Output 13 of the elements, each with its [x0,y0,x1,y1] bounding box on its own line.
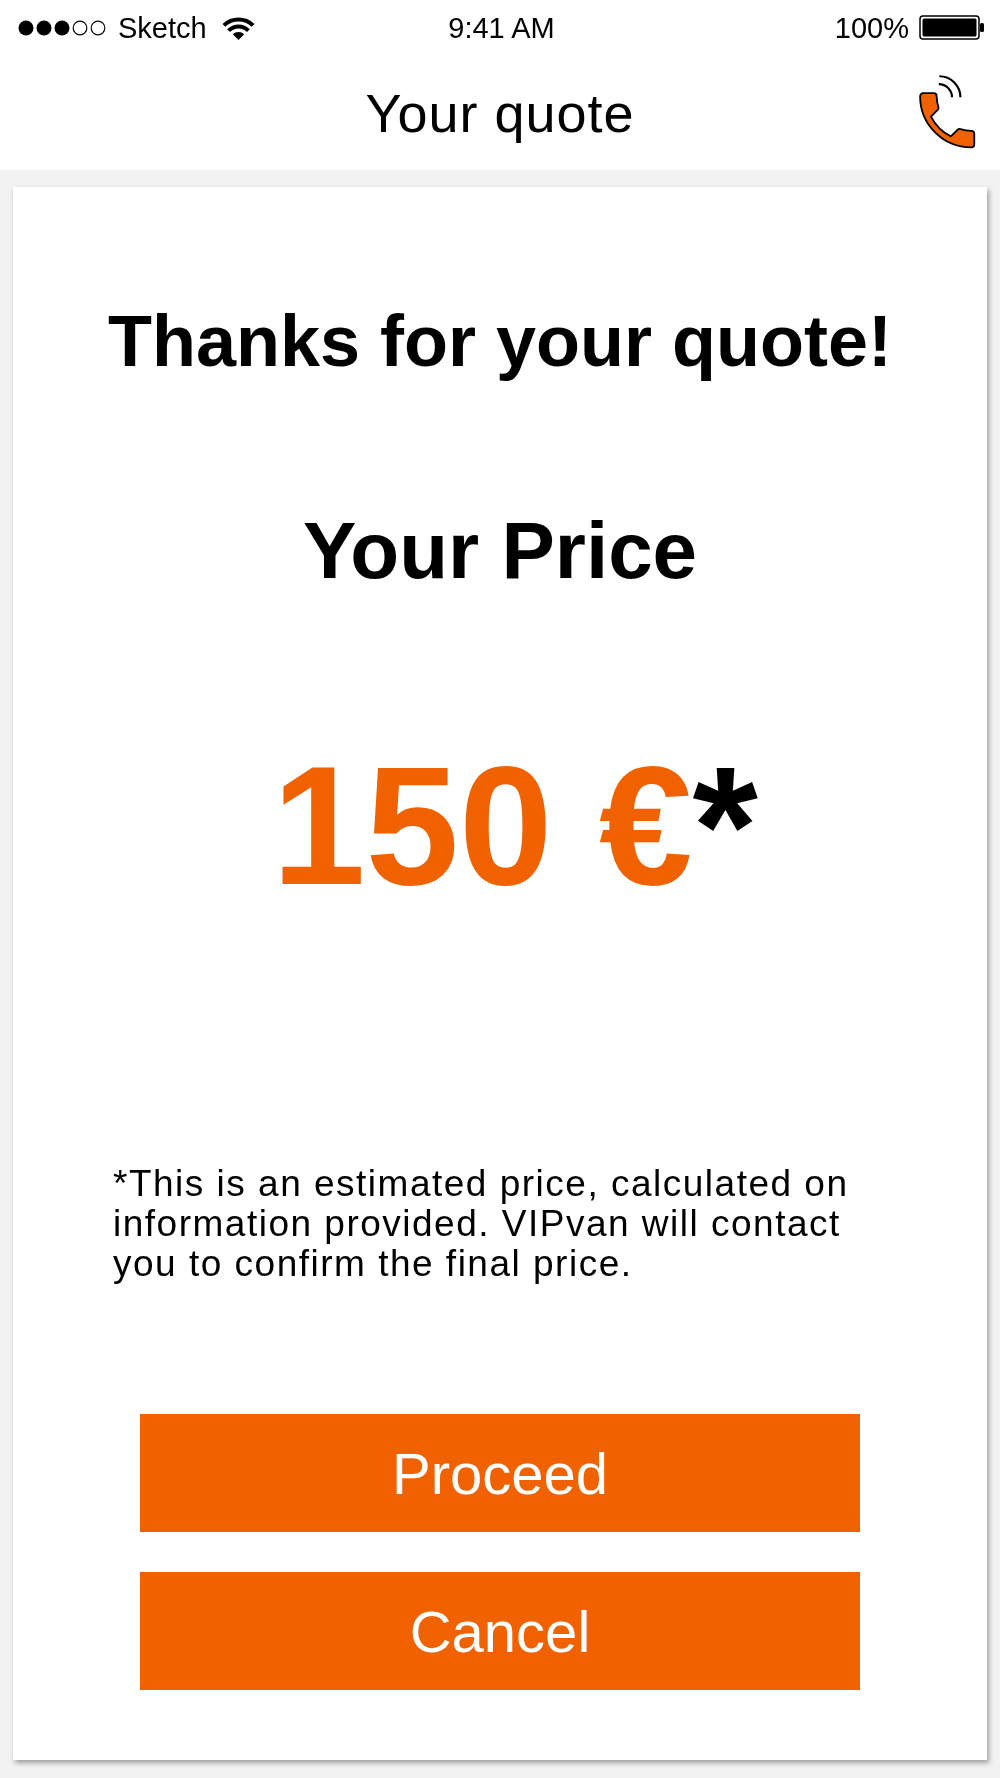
battery-icon [919,15,985,40]
action-button[interactable]: Cancel [140,1572,860,1690]
signal-icon [18,19,107,36]
price-amount: 150 €* [272,742,758,910]
battery-percent: 100% [834,10,909,45]
action-button[interactable]: Proceed [140,1414,860,1532]
thanks-heading: Thanks for your quote! [108,300,892,383]
price-disclaimer: *This is an estimated price, calculated on information provided. VIPvan will contact you to confirm the final price. [113,1164,850,1284]
wifi-icon [220,15,256,40]
price-label: Your Price [302,505,698,597]
screen-title: Your quote [365,81,635,145]
carrier-name: Sketch [118,10,207,45]
status-time: 9:41 AM [448,10,555,45]
